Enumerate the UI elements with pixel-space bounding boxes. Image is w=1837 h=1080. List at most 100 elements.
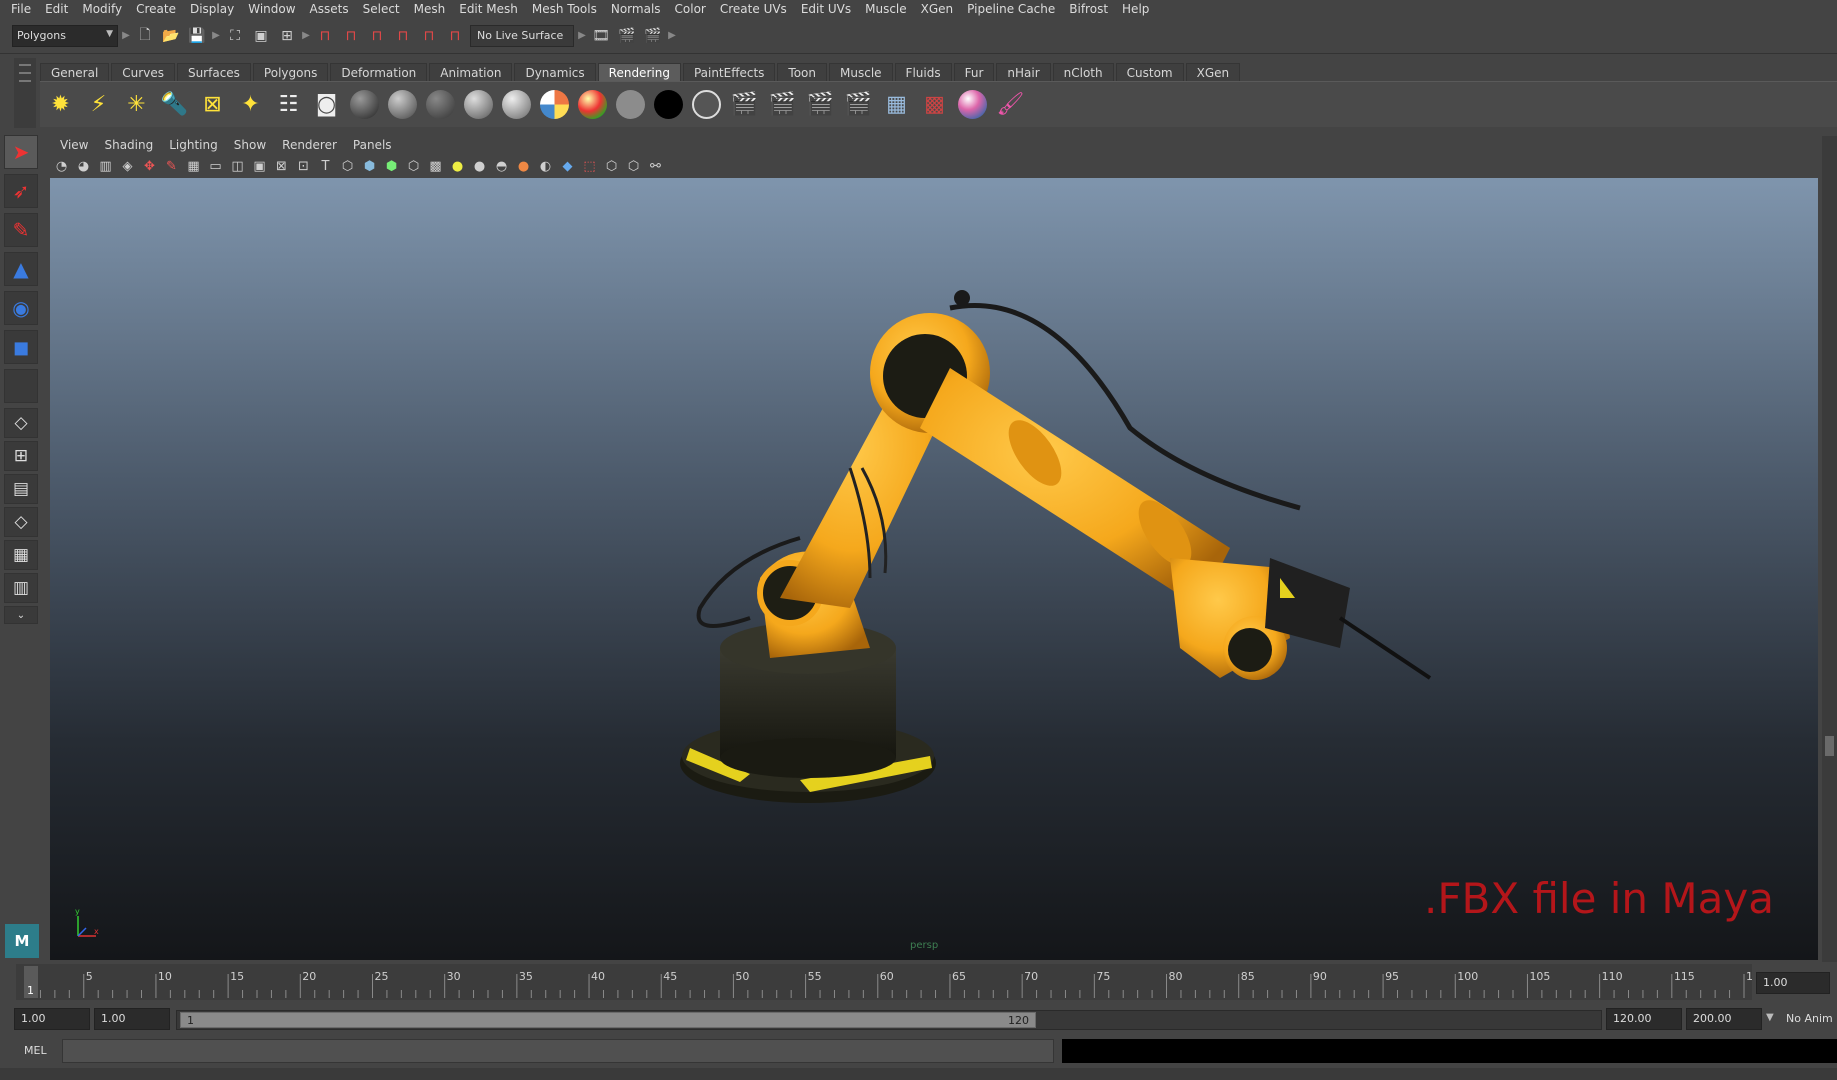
persp-graph-layout-icon[interactable]: ◇ [4, 507, 38, 537]
new-scene-icon[interactable]: 🗋 [134, 25, 156, 47]
menu-help[interactable]: Help [1115, 0, 1156, 18]
playback-end-field[interactable]: 120.00 [1606, 1008, 1682, 1030]
panel-menu-renderer[interactable]: Renderer [274, 138, 345, 152]
shelf-tab-ncloth[interactable]: nCloth [1052, 63, 1114, 81]
shelf-tab-nhair[interactable]: nHair [996, 63, 1051, 81]
menu-edit[interactable]: Edit [38, 0, 75, 18]
hypershade-icon[interactable]: ◙ [312, 90, 341, 119]
scroll-knob[interactable] [1825, 736, 1834, 756]
outliner-persp-layout-icon[interactable]: ▤ [4, 474, 38, 504]
menu-select[interactable]: Select [356, 0, 407, 18]
single-perspective-layout-icon[interactable]: ◇ [4, 408, 38, 438]
snap-live-icon[interactable]: ⊓ [418, 25, 440, 47]
menu-file[interactable]: File [4, 0, 38, 18]
select-hierarchy-icon[interactable]: ⛶ [224, 25, 246, 47]
shelf-options-handle[interactable] [14, 58, 36, 128]
separator-icon[interactable]: ▶ [578, 25, 586, 47]
layered-shader-icon[interactable] [540, 90, 569, 119]
separator-icon[interactable]: ▶ [212, 25, 220, 47]
render-settings-icon[interactable]: 🎬 [844, 90, 873, 119]
snap-grid-icon[interactable]: ⊓ [314, 25, 336, 47]
motion-blur-icon[interactable]: ● [514, 157, 533, 176]
shelf-tab-xgen[interactable]: XGen [1185, 63, 1241, 81]
use-background-icon[interactable] [654, 90, 683, 119]
render-current-frame-icon[interactable]: 🎬 [616, 25, 638, 47]
grid-icon[interactable]: ▦ [184, 157, 203, 176]
resolution-gate-icon[interactable]: ◫ [228, 157, 247, 176]
collapse-icon[interactable]: ⌄ [4, 606, 38, 624]
shelf-tab-custom[interactable]: Custom [1115, 63, 1184, 81]
shelf-tab-rendering[interactable]: Rendering [597, 63, 681, 81]
menu-set-dropdown[interactable]: Polygons ▼ [12, 24, 118, 47]
render-region-icon[interactable]: ▦ [882, 90, 911, 119]
anti-aliasing-icon[interactable]: ◐ [536, 157, 555, 176]
shelf-tab-fluids[interactable]: Fluids [894, 63, 952, 81]
robot-arm-model[interactable] [50, 178, 1818, 960]
panel-menu-view[interactable]: View [52, 138, 96, 152]
xray-active-icon[interactable]: ⬡ [624, 157, 643, 176]
render-current-clapper-icon[interactable]: 🎬 [768, 90, 797, 119]
menu-xgen[interactable]: XGen [914, 0, 961, 18]
current-time-field[interactable]: 1.00 [1756, 972, 1830, 994]
mental-ray-material-icon[interactable] [958, 90, 987, 119]
shading-map-icon[interactable] [692, 90, 721, 119]
xray-icon[interactable]: ⬡ [404, 157, 423, 176]
wireframe-icon[interactable]: ⬡ [338, 157, 357, 176]
scale-tool-icon[interactable]: ◼ [4, 330, 38, 364]
field-chart-icon[interactable]: ⊠ [272, 157, 291, 176]
phong-material-icon[interactable] [388, 90, 417, 119]
menu-modify[interactable]: Modify [75, 0, 129, 18]
surface-shader-icon[interactable] [616, 90, 645, 119]
hypershade-persp-layout-icon[interactable]: ▦ [4, 540, 38, 570]
separator-icon[interactable]: ▶ [122, 25, 130, 47]
ambient-light-icon[interactable]: ✹ [46, 90, 75, 119]
menu-window[interactable]: Window [241, 0, 302, 18]
menu-pipeline-cache[interactable]: Pipeline Cache [960, 0, 1062, 18]
use-all-lights-icon[interactable]: ● [448, 157, 467, 176]
ipr-render-icon[interactable]: 🎬 [642, 25, 664, 47]
textured-icon[interactable]: ▩ [426, 157, 445, 176]
ramp-shader-icon[interactable] [578, 90, 607, 119]
panel-menu-panels[interactable]: Panels [345, 138, 400, 152]
menu-edit-uvs[interactable]: Edit UVs [794, 0, 858, 18]
open-scene-icon[interactable]: 📂 [160, 25, 182, 47]
shelf-tab-general[interactable]: General [40, 63, 110, 81]
rotate-tool-icon[interactable]: ◉ [4, 291, 38, 325]
separator-icon[interactable]: ▶ [668, 25, 676, 47]
chevron-down-icon[interactable]: ▼ [1766, 1012, 1774, 1023]
lasso-tool-icon[interactable]: ➶ [4, 174, 38, 208]
animation-start-field[interactable]: 1.00 [14, 1008, 90, 1030]
xray-joints-icon[interactable]: ⬡ [602, 157, 621, 176]
smooth-shade-icon[interactable]: ⬢ [360, 157, 379, 176]
shelf-tab-surfaces[interactable]: Surfaces [176, 63, 251, 81]
four-view-layout-icon[interactable]: ⊞ [4, 441, 38, 471]
spot-light-icon[interactable]: 🔦 [160, 90, 189, 119]
safe-action-icon[interactable]: ⊡ [294, 157, 313, 176]
directional-light-icon[interactable]: ⚡ [84, 90, 113, 119]
mel-label[interactable]: MEL [24, 1044, 47, 1057]
panel-menu-shading[interactable]: Shading [96, 138, 161, 152]
image-plane-icon[interactable]: ◈ [118, 157, 137, 176]
menu-muscle[interactable]: Muscle [858, 0, 914, 18]
menu-normals[interactable]: Normals [604, 0, 668, 18]
paint-effects-brush-icon[interactable]: 🖌 [996, 90, 1025, 119]
shelf-tab-curves[interactable]: Curves [111, 63, 175, 81]
point-light-icon[interactable]: ✳ [122, 90, 151, 119]
select-camera-icon[interactable]: ◔ [52, 157, 71, 176]
time-slider[interactable]: 5 10 15 20 25 30 35 40 45 50 55 60 65 70 75 80 85 90 95 100… [16, 964, 1752, 1000]
wireframe-on-shaded-icon[interactable]: ⬢ [382, 157, 401, 176]
lambert-material-icon[interactable] [426, 90, 455, 119]
menu-create-uvs[interactable]: Create UVs [713, 0, 794, 18]
shadows-icon[interactable]: ● [470, 157, 489, 176]
shelf-tab-animation[interactable]: Animation [429, 63, 513, 81]
panel-menu-lighting[interactable]: Lighting [161, 138, 226, 152]
last-tool-icon[interactable] [4, 369, 38, 403]
live-surface-field[interactable]: No Live Surface [470, 24, 574, 47]
playback-start-field[interactable]: 1.00 [94, 1008, 170, 1030]
gate-mask-icon[interactable]: ▣ [250, 157, 269, 176]
paint-select-tool-icon[interactable]: ✎ [4, 213, 38, 247]
camera-icon[interactable]: ☷ [274, 90, 303, 119]
anisotropic-material-icon[interactable] [502, 90, 531, 119]
screen-space-ao-icon[interactable]: ◓ [492, 157, 511, 176]
select-tool-icon[interactable]: ➤ [4, 135, 38, 169]
